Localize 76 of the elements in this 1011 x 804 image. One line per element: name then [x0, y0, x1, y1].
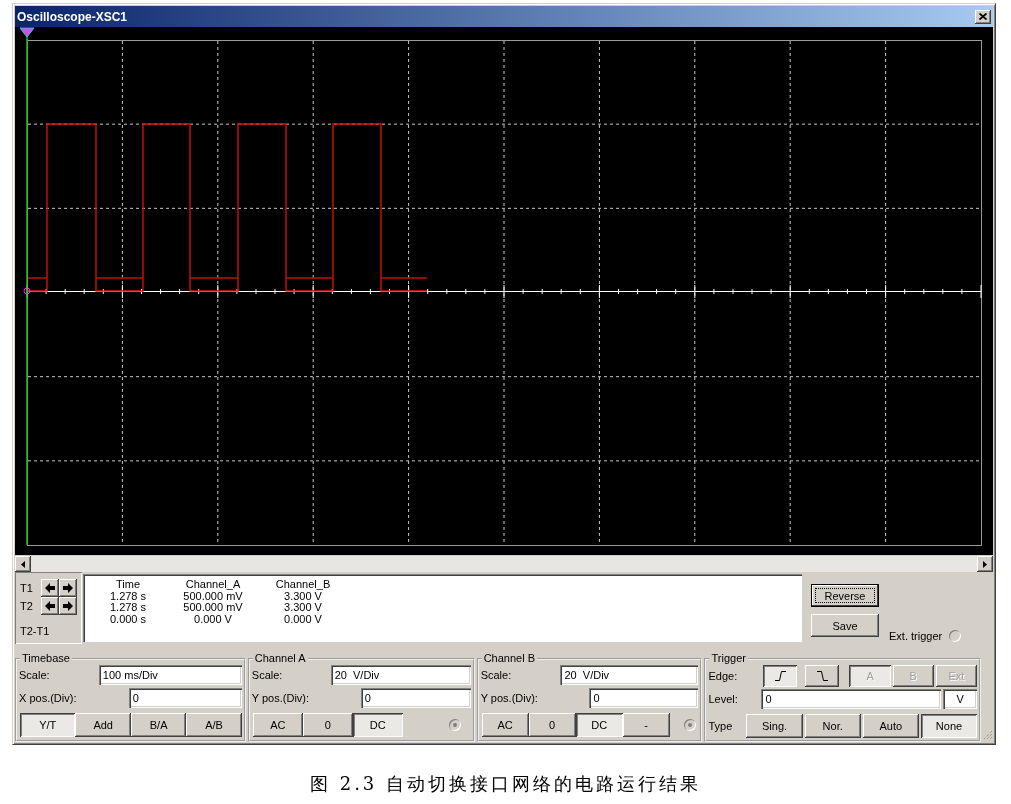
field-label: Scale:	[251, 669, 283, 681]
mode-button[interactable]: A/B	[186, 713, 242, 737]
field-label: X pos.(Div):	[19, 692, 77, 704]
group-title: Timebase	[21, 652, 71, 665]
readout-header: Channel_B	[275, 579, 331, 591]
horizontal-scrollbar[interactable]	[15, 556, 993, 572]
coupling-button[interactable]: -	[622, 713, 670, 737]
field-label: Level:	[708, 692, 739, 707]
cursor-left-button[interactable]	[41, 579, 59, 597]
type-button[interactable]: Sing.	[746, 714, 803, 738]
field-label: Scale:	[480, 669, 512, 681]
unit-field[interactable]: V	[943, 689, 978, 709]
scroll-right-button[interactable]	[977, 556, 993, 572]
cursor-right-button[interactable]	[59, 597, 77, 615]
field-label: Y pos.(Div):	[251, 692, 310, 704]
group-title: Trigger	[710, 652, 747, 665]
field-label: Scale:	[19, 669, 50, 681]
edge-button[interactable]	[805, 665, 840, 687]
position-field[interactable]: 0	[360, 688, 471, 708]
channel-radio[interactable]	[684, 719, 697, 731]
readout-value: 1.278 s	[109, 602, 147, 615]
coupling-button[interactable]: DC	[575, 713, 623, 737]
position-field[interactable]: 0	[589, 688, 699, 708]
coupling-button[interactable]: 0	[302, 713, 353, 737]
readout-value: 1.278 s	[109, 590, 147, 603]
level-field[interactable]: 0	[761, 689, 942, 709]
rising-edge-icon	[775, 671, 786, 681]
coupling-button[interactable]: DC	[352, 713, 403, 737]
cursor-right-button[interactable]	[59, 579, 77, 597]
scale-field[interactable]: 100 ms/Div	[98, 665, 242, 685]
type-button[interactable]: Nor.	[804, 714, 861, 738]
mode-button[interactable]: Y/T	[20, 713, 76, 737]
close-button[interactable]	[975, 9, 991, 24]
readout-value: 500.000 mV	[183, 590, 243, 603]
cursor-label: T2-T1	[20, 625, 50, 637]
coupling-button[interactable]: AC	[481, 713, 529, 737]
cursor-label: T1	[20, 582, 34, 594]
channel-radio[interactable]	[448, 719, 461, 731]
close-icon	[979, 13, 987, 20]
readout-value: 0.000 s	[109, 614, 147, 626]
figure-caption: 图 2.3 自动切换接口网络的电路运行结果	[309, 773, 702, 794]
group-title: Channel B	[482, 652, 536, 665]
cursor-left-button[interactable]	[41, 597, 59, 615]
window-title: Oscilloscope-XSC1	[17, 9, 128, 24]
readout-value: 0.000 V	[284, 614, 322, 626]
readout-value: 0.000 V	[194, 614, 232, 626]
scroll-left-button[interactable]	[15, 556, 31, 572]
type-button[interactable]: None	[920, 714, 978, 738]
left-arrow-icon	[21, 560, 25, 568]
field-label: Type	[708, 719, 734, 734]
mode-button[interactable]: Add	[75, 713, 131, 737]
ext-trigger-radio[interactable]	[949, 630, 962, 642]
field-label: Edge:	[708, 669, 739, 684]
cursor-label: T2	[20, 600, 34, 612]
ext-trigger-label: Ext. trigger	[889, 630, 943, 642]
resize-grip-icon[interactable]	[983, 730, 993, 740]
scale-field[interactable]: 20 V/Div	[560, 665, 699, 685]
coupling-button[interactable]: 0	[528, 713, 576, 737]
field-label: Y pos.(Div):	[480, 692, 538, 704]
readout-value: 3.300 V	[284, 602, 322, 615]
coupling-button[interactable]: AC	[252, 713, 303, 737]
position-field[interactable]: 0	[128, 688, 242, 708]
readout-header: Channel_A	[185, 579, 241, 591]
readout-value: 500.000 mV	[183, 602, 243, 615]
group-title: Channel A	[253, 652, 307, 665]
readout-value: 3.300 V	[284, 590, 322, 603]
type-button[interactable]: Auto	[862, 714, 919, 738]
readout-header: Time	[115, 579, 140, 591]
right-arrow-icon	[983, 560, 987, 568]
falling-edge-icon	[817, 671, 828, 681]
edge-button[interactable]	[763, 665, 798, 687]
action-button[interactable]: Save	[811, 614, 879, 637]
scale-field[interactable]: 20 V/Div	[330, 665, 471, 685]
channel-marker-icon	[23, 287, 31, 295]
action-button[interactable]: Reverse	[811, 584, 879, 607]
mode-button[interactable]: B/A	[130, 713, 187, 737]
